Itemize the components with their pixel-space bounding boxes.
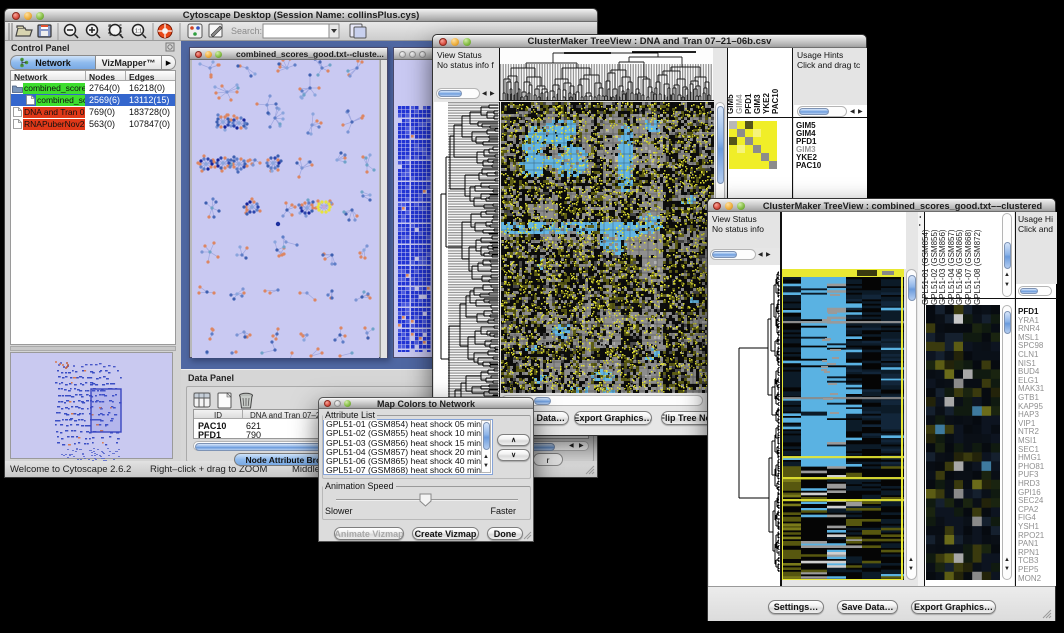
svg-text:Search:: Search: (231, 26, 262, 36)
svg-text:1:1: 1:1 (135, 29, 142, 35)
